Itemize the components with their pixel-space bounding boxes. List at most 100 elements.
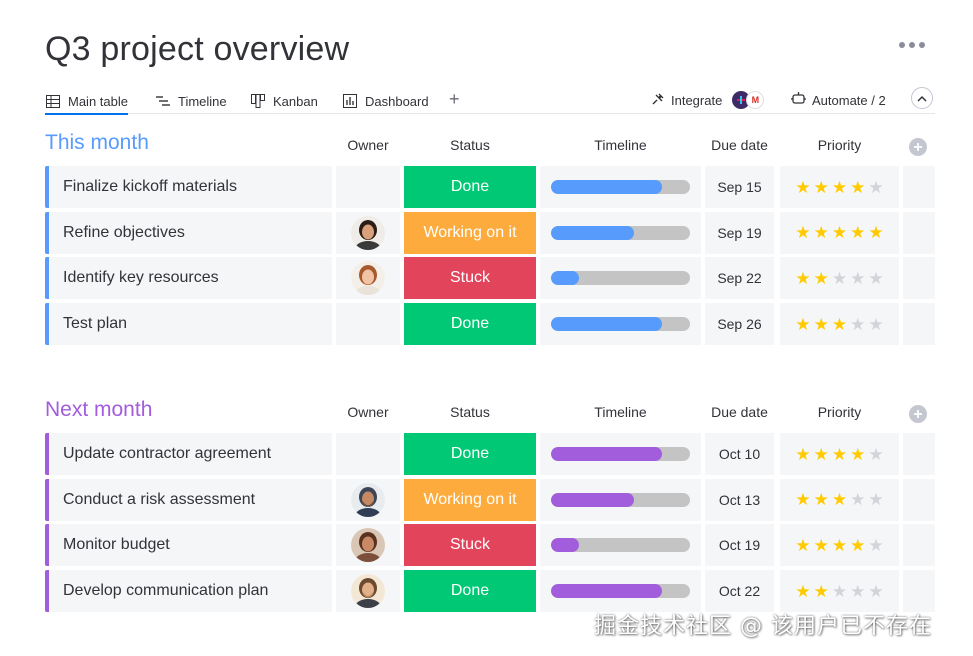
timeline-cell[interactable] — [540, 303, 701, 346]
column-header-due-date[interactable]: Due date — [705, 137, 774, 153]
status-cell[interactable]: Working on it — [404, 478, 536, 521]
owner-cell[interactable] — [336, 303, 400, 346]
priority-rating[interactable]: ★ ★ ★ ★ ★ — [780, 478, 899, 521]
table-row[interactable]: Test plan Done Sep 26 ★ ★ ★ ★ ★ — [45, 303, 935, 346]
column-header-owner[interactable]: Owner — [336, 137, 400, 153]
column-header-owner[interactable]: Owner — [336, 404, 400, 420]
table-row[interactable]: Refine objectives Working on it Sep 19 ★ ★ ★ ★… — [45, 211, 935, 254]
column-header-status[interactable]: Status — [404, 137, 536, 153]
due-date-cell[interactable]: Oct 10 — [705, 433, 774, 475]
star-icon[interactable]: ★ — [814, 224, 829, 241]
status-cell[interactable]: Done — [404, 166, 536, 208]
star-icon[interactable]: ★ — [868, 583, 883, 600]
status-cell[interactable]: Done — [404, 570, 536, 613]
star-icon[interactable]: ★ — [868, 446, 883, 463]
collapse-header-button[interactable] — [911, 87, 933, 109]
table-row[interactable]: Develop communication plan Done Oct 22 ★ ★ ★ ★… — [45, 570, 935, 613]
star-icon[interactable]: ★ — [814, 446, 829, 463]
add-column-button[interactable] — [909, 138, 927, 156]
star-icon[interactable]: ★ — [850, 537, 865, 554]
status-cell[interactable]: Done — [404, 303, 536, 346]
status-cell[interactable]: Stuck — [404, 524, 536, 567]
star-icon[interactable]: ★ — [868, 179, 883, 196]
timeline-cell[interactable] — [540, 166, 701, 208]
star-icon[interactable]: ★ — [814, 179, 829, 196]
automate-button[interactable]: Automate / 2 — [791, 88, 886, 112]
star-icon[interactable]: ★ — [850, 316, 865, 333]
star-icon[interactable]: ★ — [795, 179, 810, 196]
star-icon[interactable]: ★ — [795, 491, 810, 508]
table-row[interactable]: Monitor budget Stuck Oct 19 ★ ★ ★ ★ ★ — [45, 524, 935, 567]
star-icon[interactable]: ★ — [868, 537, 883, 554]
status-cell[interactable]: Done — [404, 433, 536, 475]
star-icon[interactable]: ★ — [850, 179, 865, 196]
star-icon[interactable]: ★ — [832, 491, 847, 508]
star-icon[interactable]: ★ — [795, 270, 810, 287]
timeline-cell[interactable] — [540, 570, 701, 613]
tab-main-table[interactable]: Main table — [45, 88, 128, 115]
timeline-cell[interactable] — [540, 478, 701, 521]
star-icon[interactable]: ★ — [814, 316, 829, 333]
star-icon[interactable]: ★ — [832, 316, 847, 333]
star-icon[interactable]: ★ — [850, 446, 865, 463]
timeline-cell[interactable] — [540, 433, 701, 475]
item-name-cell[interactable]: Identify key resources — [45, 257, 332, 300]
star-icon[interactable]: ★ — [814, 537, 829, 554]
item-name-cell[interactable]: Test plan — [45, 303, 332, 346]
due-date-cell[interactable]: Oct 13 — [705, 478, 774, 521]
priority-rating[interactable]: ★ ★ ★ ★ ★ — [780, 257, 899, 300]
tab-kanban[interactable]: Kanban — [250, 88, 318, 114]
item-name-cell[interactable]: Refine objectives — [45, 211, 332, 254]
priority-rating[interactable]: ★ ★ ★ ★ ★ — [780, 166, 899, 208]
priority-rating[interactable]: ★ ★ ★ ★ ★ — [780, 211, 899, 254]
timeline-cell[interactable] — [540, 211, 701, 254]
owner-cell[interactable] — [336, 211, 400, 254]
item-name-cell[interactable]: Monitor budget — [45, 524, 332, 567]
status-cell[interactable]: Stuck — [404, 257, 536, 300]
star-icon[interactable]: ★ — [832, 583, 847, 600]
due-date-cell[interactable]: Oct 22 — [705, 570, 774, 613]
star-icon[interactable]: ★ — [832, 446, 847, 463]
status-cell[interactable]: Working on it — [404, 211, 536, 254]
star-icon[interactable]: ★ — [832, 537, 847, 554]
group-title[interactable]: This month — [45, 131, 149, 155]
owner-cell[interactable] — [336, 524, 400, 567]
priority-rating[interactable]: ★ ★ ★ ★ ★ — [780, 570, 899, 613]
more-options-icon[interactable] — [899, 38, 929, 52]
column-header-due-date[interactable]: Due date — [705, 404, 774, 420]
table-row[interactable]: Conduct a risk assessment Working on it Oc… — [45, 478, 935, 521]
tab-timeline[interactable]: Timeline — [155, 88, 227, 114]
owner-cell[interactable] — [336, 478, 400, 521]
column-header-timeline[interactable]: Timeline — [540, 137, 701, 153]
table-row[interactable]: Update contractor agreement Done Oct 10 ★ ★ ★… — [45, 433, 935, 475]
group-title[interactable]: Next month — [45, 398, 152, 422]
column-header-status[interactable]: Status — [404, 404, 536, 420]
table-row[interactable]: Finalize kickoff materials Done Sep 15 ★ ★ ★ ★… — [45, 166, 935, 208]
star-icon[interactable]: ★ — [795, 224, 810, 241]
due-date-cell[interactable]: Sep 19 — [705, 211, 774, 254]
star-icon[interactable]: ★ — [868, 270, 883, 287]
star-icon[interactable]: ★ — [795, 583, 810, 600]
star-icon[interactable]: ★ — [850, 491, 865, 508]
star-icon[interactable]: ★ — [832, 270, 847, 287]
star-icon[interactable]: ★ — [795, 316, 810, 333]
item-name-cell[interactable]: Conduct a risk assessment — [45, 478, 332, 521]
star-icon[interactable]: ★ — [814, 270, 829, 287]
star-icon[interactable]: ★ — [850, 583, 865, 600]
star-icon[interactable]: ★ — [868, 491, 883, 508]
due-date-cell[interactable]: Sep 26 — [705, 303, 774, 346]
column-header-priority[interactable]: Priority — [780, 137, 899, 153]
star-icon[interactable]: ★ — [795, 537, 810, 554]
star-icon[interactable]: ★ — [832, 224, 847, 241]
item-name-cell[interactable]: Finalize kickoff materials — [45, 166, 332, 208]
star-icon[interactable]: ★ — [814, 583, 829, 600]
due-date-cell[interactable]: Sep 15 — [705, 166, 774, 208]
star-icon[interactable]: ★ — [868, 316, 883, 333]
owner-cell[interactable] — [336, 166, 400, 208]
column-header-timeline[interactable]: Timeline — [540, 404, 701, 420]
due-date-cell[interactable]: Oct 19 — [705, 524, 774, 567]
add-view-button[interactable]: + — [449, 89, 460, 110]
item-name-cell[interactable]: Update contractor agreement — [45, 433, 332, 475]
due-date-cell[interactable]: Sep 22 — [705, 257, 774, 300]
timeline-cell[interactable] — [540, 524, 701, 567]
